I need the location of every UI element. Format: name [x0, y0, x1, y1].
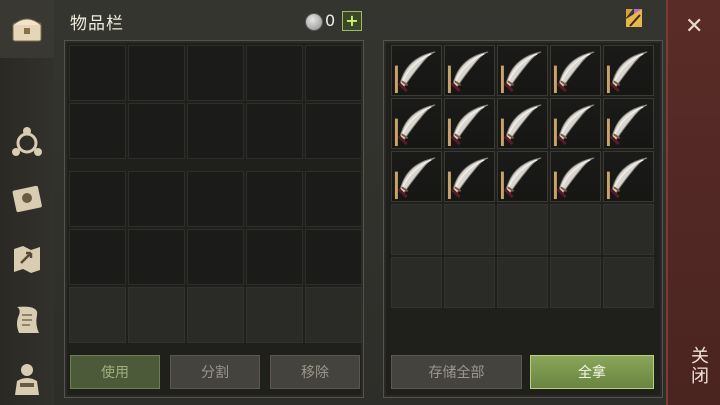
scimitar-icon — [500, 157, 542, 200]
inventory-slot[interactable] — [246, 229, 303, 285]
inventory-slot[interactable] — [187, 45, 244, 101]
scimitar-icon — [606, 104, 648, 147]
container-slot-empty — [603, 204, 654, 255]
chest-icon — [4, 6, 50, 52]
container-panel: 存储全部 全拿 — [383, 40, 663, 398]
scimitar-icon — [447, 104, 489, 147]
store-all-button[interactable]: 存储全部 — [391, 355, 522, 389]
inventory-slot-locked — [128, 287, 185, 343]
scimitar-icon — [394, 51, 436, 94]
scimitar-item-slot[interactable] — [391, 98, 442, 149]
container-slot-empty — [497, 257, 548, 308]
inventory-slot[interactable] — [305, 45, 362, 101]
inventory-slot[interactable] — [187, 171, 244, 227]
scimitar-item-slot[interactable] — [603, 45, 654, 96]
inventory-slot[interactable] — [246, 171, 303, 227]
take-all-button[interactable]: 全拿 — [530, 355, 654, 389]
scimitar-item-slot[interactable] — [497, 98, 548, 149]
inventory-slot[interactable] — [128, 103, 185, 159]
scimitar-icon — [606, 157, 648, 200]
scimitar-item-slot[interactable] — [603, 98, 654, 149]
player-inventory-panel: 使用 分割 移除 — [64, 40, 364, 398]
inventory-slot[interactable] — [305, 171, 362, 227]
container-slot-empty — [391, 257, 442, 308]
scimitar-icon — [447, 157, 489, 200]
inventory-slot[interactable] — [128, 45, 185, 101]
inventory-slot-locked — [187, 287, 244, 343]
inventory-slot[interactable] — [69, 171, 126, 227]
container-slot-empty — [603, 257, 654, 308]
scimitar-item-slot[interactable] — [391, 151, 442, 202]
coin-icon — [305, 13, 323, 31]
inventory-slot[interactable] — [187, 103, 244, 159]
container-slot-empty — [497, 204, 548, 255]
container-slot-empty — [550, 204, 601, 255]
scimitar-item-slot[interactable] — [497, 45, 548, 96]
scimitar-item-slot[interactable] — [550, 45, 601, 96]
currency-value: 0 — [325, 11, 336, 30]
inventory-slot-locked — [246, 287, 303, 343]
scimitar-item-slot[interactable] — [603, 151, 654, 202]
container-grid — [391, 45, 654, 308]
close-label[interactable]: 关闭 — [685, 346, 711, 386]
map-icon[interactable] — [4, 236, 50, 282]
character-icon[interactable] — [4, 356, 50, 402]
scroll-icon[interactable] — [4, 296, 50, 342]
inventory-window: 物品栏 0 + 使用 分割 移除 存储全部 全拿 — [54, 0, 666, 405]
scimitar-icon — [394, 157, 436, 200]
scimitar-icon — [394, 104, 436, 147]
scimitar-item-slot[interactable] — [444, 45, 495, 96]
scimitar-item-slot[interactable] — [444, 98, 495, 149]
scimitar-icon — [553, 51, 595, 94]
inventory-slot[interactable] — [305, 103, 362, 159]
container-slot-empty — [391, 204, 442, 255]
inventory-slot[interactable] — [128, 171, 185, 227]
scimitar-item-slot[interactable] — [550, 98, 601, 149]
scimitar-icon — [500, 51, 542, 94]
inventory-grid-top — [69, 45, 362, 159]
page-title: 物品栏 — [70, 14, 124, 34]
inventory-slot[interactable] — [187, 229, 244, 285]
close-bar[interactable]: ✕ 关闭 — [666, 0, 720, 405]
inventory-slot[interactable] — [69, 45, 126, 101]
side-nav — [0, 0, 55, 405]
remove-button[interactable]: 移除 — [270, 355, 360, 389]
scimitar-item-slot[interactable] — [391, 45, 442, 96]
use-button[interactable]: 使用 — [70, 355, 160, 389]
scimitar-item-slot[interactable] — [497, 151, 548, 202]
container-slot-empty — [550, 257, 601, 308]
inventory-slot[interactable] — [128, 229, 185, 285]
inventory-slot[interactable] — [305, 229, 362, 285]
scimitar-icon — [447, 51, 489, 94]
split-button[interactable]: 分割 — [170, 355, 260, 389]
scimitar-icon — [553, 104, 595, 147]
inventory-slot[interactable] — [69, 103, 126, 159]
scimitar-icon — [553, 157, 595, 200]
container-slot-empty — [444, 257, 495, 308]
journal-icon[interactable] — [4, 175, 50, 221]
scimitar-item-slot[interactable] — [444, 151, 495, 202]
sort-brush-icon[interactable] — [622, 6, 646, 30]
skills-icon[interactable] — [4, 120, 50, 166]
inventory-slot[interactable] — [246, 45, 303, 101]
add-currency-button[interactable]: + — [342, 11, 362, 31]
scimitar-icon — [606, 51, 648, 94]
inventory-slot-locked — [305, 287, 362, 343]
inventory-slot-locked — [69, 287, 126, 343]
inventory-slot[interactable] — [246, 103, 303, 159]
close-icon[interactable]: ✕ — [685, 14, 703, 39]
container-slot-empty — [444, 204, 495, 255]
inventory-grid-bottom — [69, 171, 362, 343]
scimitar-icon — [500, 104, 542, 147]
scimitar-item-slot[interactable] — [550, 151, 601, 202]
inventory-slot[interactable] — [69, 229, 126, 285]
inventory-tab[interactable] — [0, 0, 54, 58]
